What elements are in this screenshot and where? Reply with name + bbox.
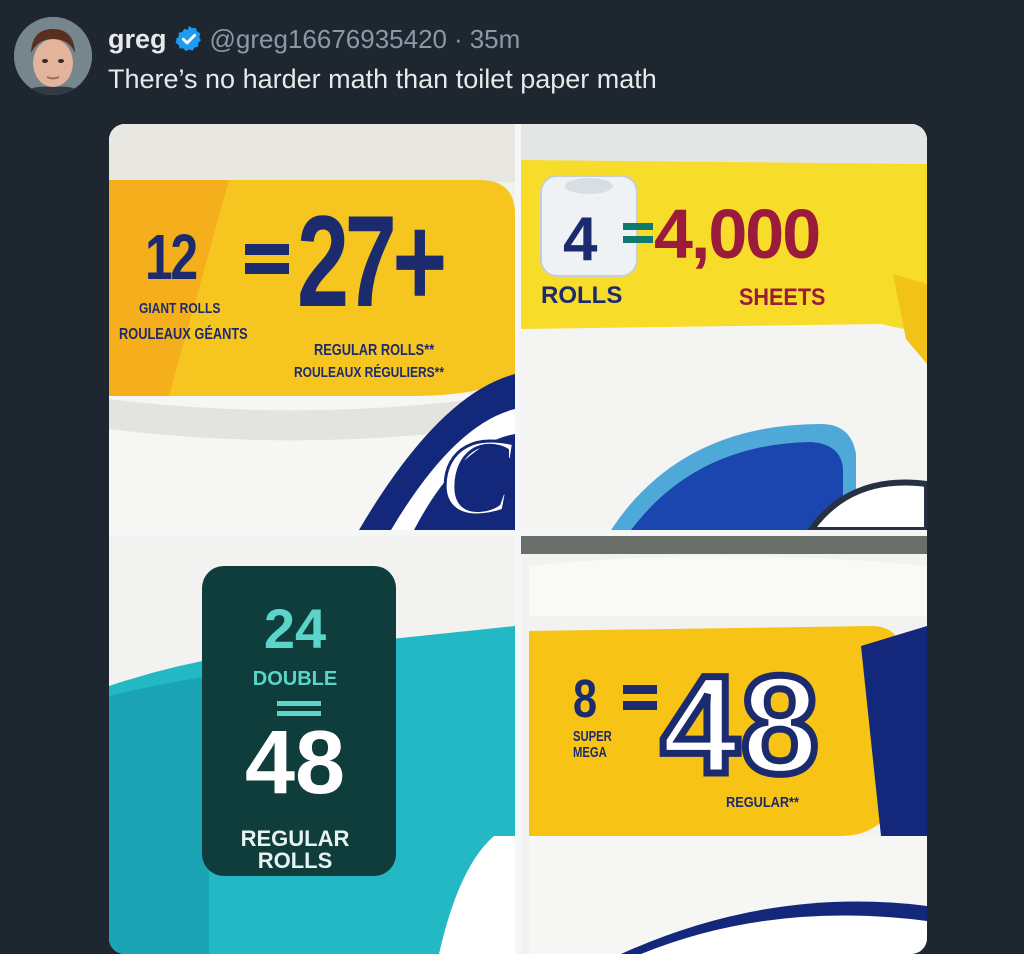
media-panel-1[interactable]: Cl 12 27+ GIANT ROLLS ROULEAUX GÉANTS RE… [109,124,515,530]
panel-4-count: 8 [573,669,598,729]
grid-divider-horizontal [109,530,927,536]
avatar[interactable] [14,17,92,95]
panel-4-regular-label: REGULAR** [726,794,799,811]
panel-3-count: 24 [263,597,327,660]
panel-4-super-label: SUPER [573,728,612,745]
tweet-text: There’s no harder math than toilet paper… [108,64,657,94]
panel-2-sheets: 4,000 [654,195,821,273]
grid-divider-vertical [515,124,521,954]
author-handle[interactable]: @greg16676935420 [210,24,448,55]
equals-sign [623,683,661,713]
panel-1-regular-label-fr: ROULEAUX RÉGULIERS** [294,364,445,381]
panel-3-rolls-label: ROLLS [257,848,333,873]
media-grid[interactable]: Cl 12 27+ GIANT ROLLS ROULEAUX GÉANTS RE… [109,124,927,954]
panel-4-mega-label: MEGA [573,744,607,761]
panel-2-rolls-label: ROLLS [541,282,623,309]
panel-2-background [521,124,927,530]
equals-sign [245,242,293,274]
panel-1-giant-label: GIANT ROLLS [139,300,221,317]
panel-3-equals: 48 [244,713,346,813]
media-panel-2[interactable]: 4 4,000 ROLLS SHEETS [521,124,927,530]
verified-badge-icon [174,24,204,54]
author-name[interactable]: greg [108,24,167,55]
panel-2-sheets-label: SHEETS [739,284,826,311]
panel-2-count: 4 [563,205,598,274]
panel-1-regular-label: REGULAR ROLLS** [314,342,435,359]
panel-1-count: 12 [145,221,198,293]
media-panel-3[interactable]: 24 DOUBLE 48 REGULAR ROLLS [109,536,515,954]
svg-text:Cl: Cl [439,416,515,530]
panel-1-equals: 27+ [297,188,447,334]
panel-4-equals: 48 [658,643,823,807]
separator-dot: · [454,23,463,54]
media-panel-4[interactable]: 8 48 SUPER MEGA REGULAR** [521,536,927,954]
equals-sign [623,220,655,246]
tweet-header: greg @greg16676935420 · 35m [108,22,520,56]
panel-3-double-label: DOUBLE [252,668,338,690]
timestamp[interactable]: 35m [470,24,521,55]
panel-1-giant-label-fr: ROULEAUX GÉANTS [119,326,248,343]
